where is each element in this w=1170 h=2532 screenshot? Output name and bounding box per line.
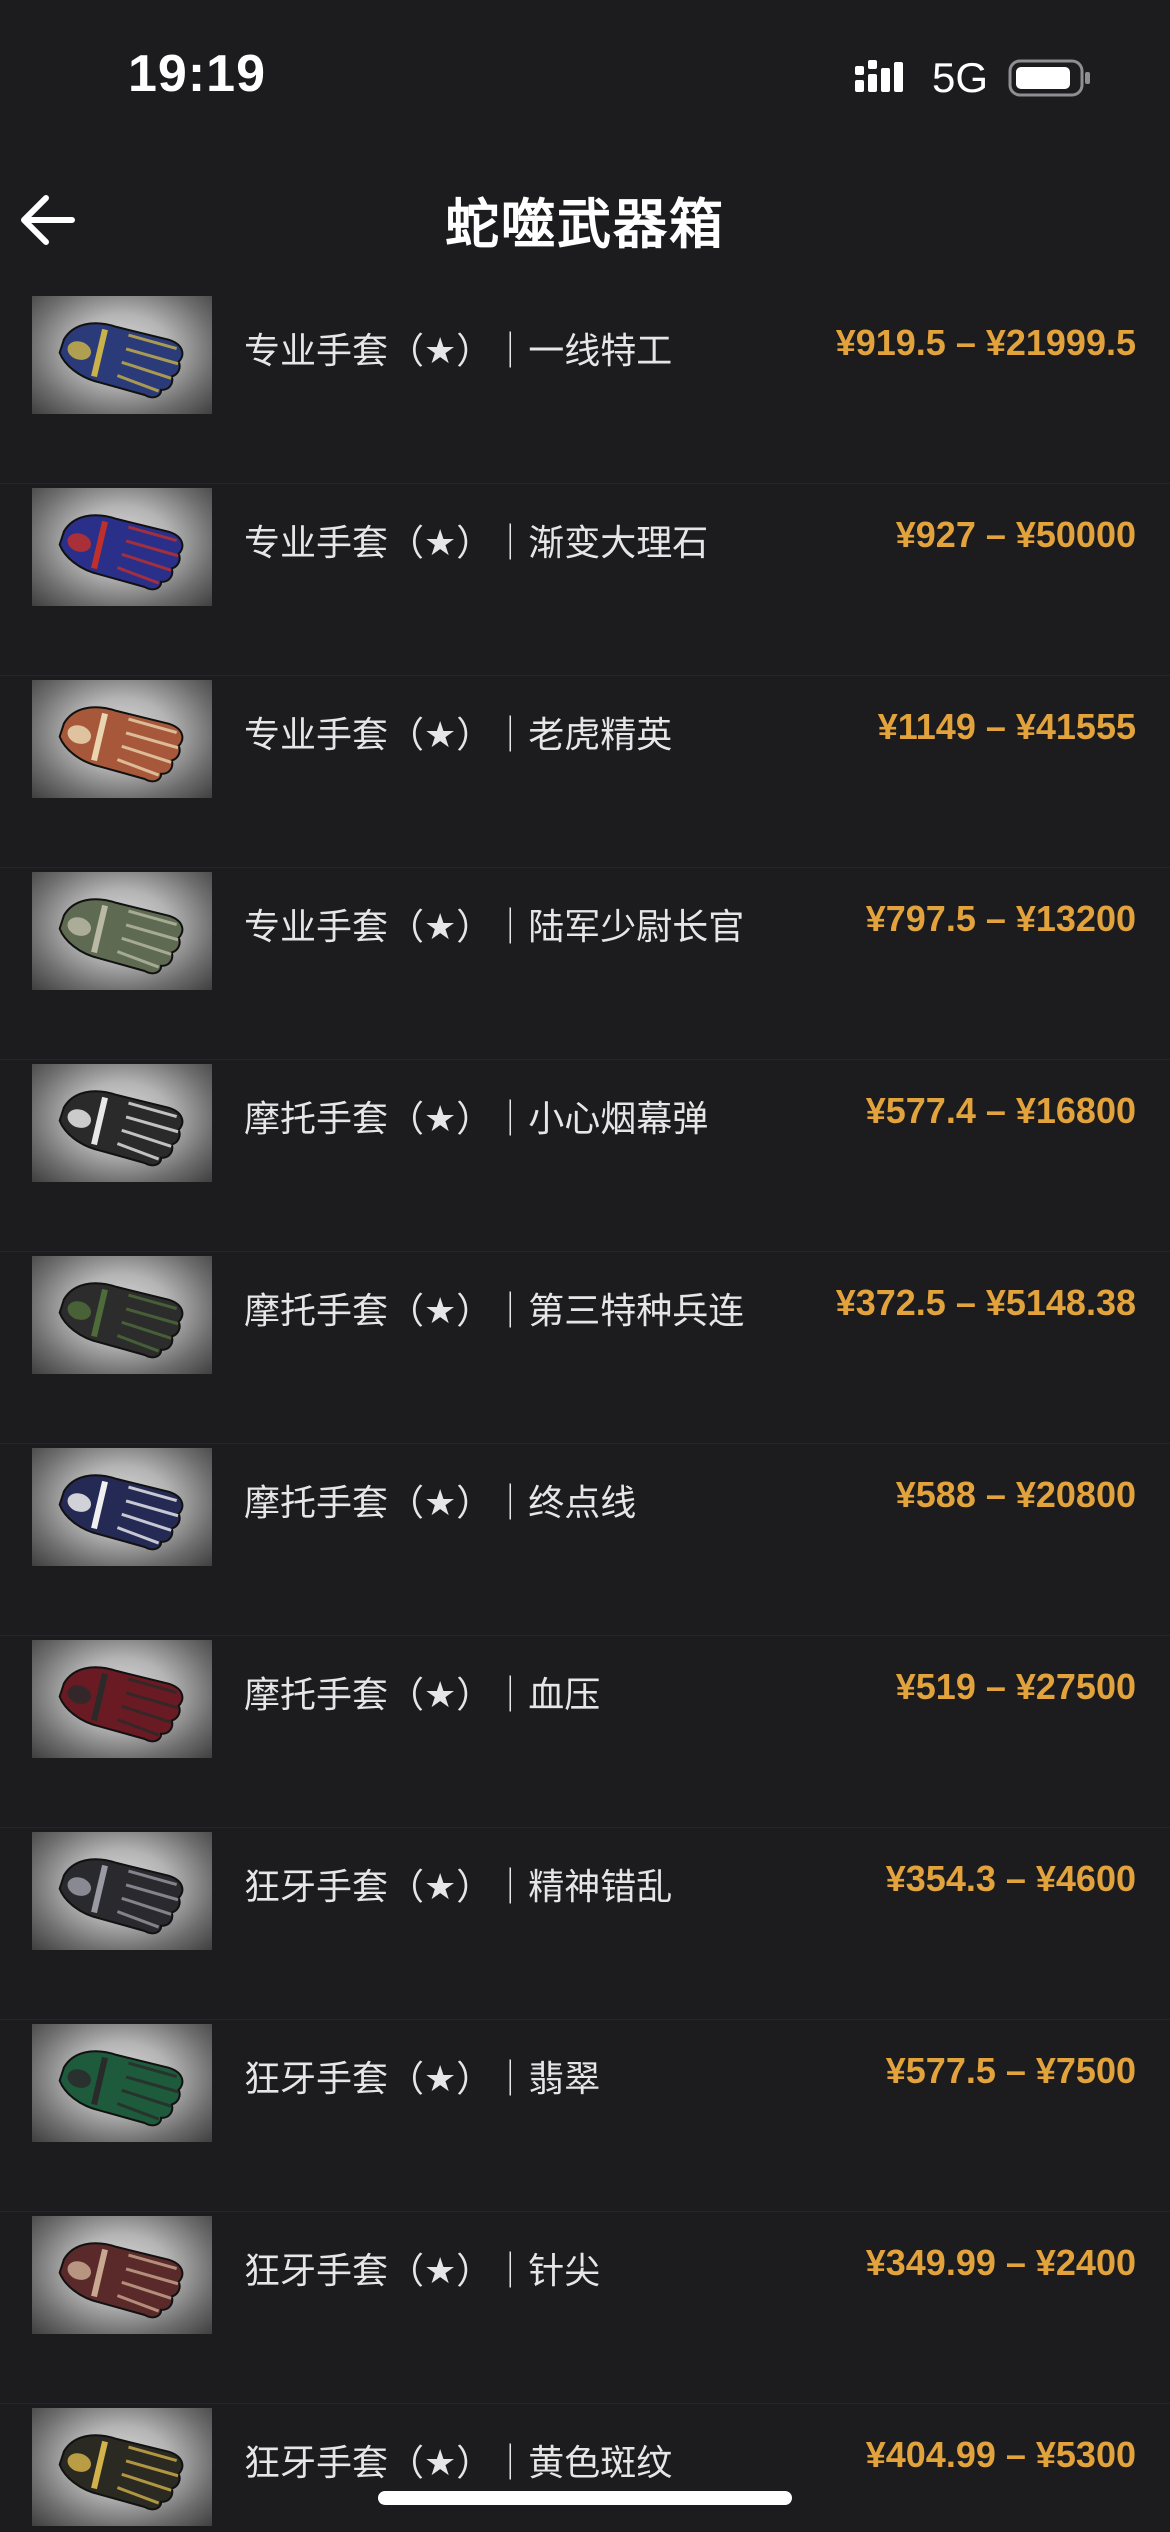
list-item[interactable]: 专业手套（★）｜陆军少尉长官 ¥797.5 – ¥13200 <box>0 868 1170 1060</box>
price-range: ¥349.99 – ¥2400 <box>865 2242 1136 2283</box>
list-item[interactable]: 狂牙手套（★）｜翡翠 ¥577.5 – ¥7500 <box>0 2020 1170 2212</box>
price-range: ¥919.5 – ¥21999.5 <box>835 322 1136 363</box>
glove-icon <box>58 1474 184 1551</box>
home-indicator[interactable] <box>378 2491 792 2505</box>
price-range: ¥797.5 – ¥13200 <box>865 898 1136 939</box>
price-range: ¥1149 – ¥41555 <box>877 706 1136 747</box>
item-name: 专业手套（★）｜渐变大理石 <box>244 523 709 564</box>
price-range: ¥404.99 – ¥5300 <box>865 2434 1136 2475</box>
glove-icon <box>58 898 184 975</box>
status-bar: 19:19 5G <box>0 0 1170 150</box>
glove-icon <box>58 1666 184 1743</box>
price-range: ¥372.5 – ¥5148.38 <box>835 1282 1136 1323</box>
item-name: 摩托手套（★）｜第三特种兵连 <box>244 1291 745 1332</box>
battery-icon <box>1008 59 1090 97</box>
list-item[interactable]: 狂牙手套（★）｜针尖 ¥349.99 – ¥2400 <box>0 2212 1170 2404</box>
glove-thumbnail <box>32 2408 212 2526</box>
item-name: 狂牙手套（★）｜针尖 <box>244 2251 601 2292</box>
list-item[interactable]: 狂牙手套（★）｜精神错乱 ¥354.3 – ¥4600 <box>0 1828 1170 2020</box>
glove-icon <box>58 2050 184 2127</box>
glove-thumbnail <box>32 296 212 414</box>
item-name: 专业手套（★）｜老虎精英 <box>244 715 673 756</box>
list-item[interactable]: 摩托手套（★）｜血压 ¥519 – ¥27500 <box>0 1636 1170 1828</box>
item-name: 摩托手套（★）｜小心烟幕弹 <box>244 1099 709 1140</box>
navigation-bar: 蛇噬武器箱 <box>0 160 1170 290</box>
glove-thumbnail <box>32 680 212 798</box>
list-item[interactable]: 摩托手套（★）｜终点线 ¥588 – ¥20800 <box>0 1444 1170 1636</box>
price-range: ¥577.4 – ¥16800 <box>865 1090 1136 1131</box>
item-name: 专业手套（★）｜一线特工 <box>244 331 673 372</box>
item-name: 狂牙手套（★）｜翡翠 <box>244 2059 601 2100</box>
item-name: 摩托手套（★）｜终点线 <box>244 1483 637 1524</box>
price-range: ¥354.3 – ¥4600 <box>885 1858 1136 1899</box>
item-name: 狂牙手套（★）｜黄色斑纹 <box>244 2443 673 2484</box>
page-title: 蛇噬武器箱 <box>445 193 725 256</box>
glove-icon <box>58 1282 184 1359</box>
price-range: ¥927 – ¥50000 <box>895 514 1136 555</box>
status-time: 19:19 <box>128 45 266 103</box>
glove-thumbnail <box>32 1064 212 1182</box>
item-name: 摩托手套（★）｜血压 <box>244 1675 601 1716</box>
price-range: ¥577.5 – ¥7500 <box>885 2050 1136 2091</box>
list-item[interactable]: 摩托手套（★）｜小心烟幕弹 ¥577.4 – ¥16800 <box>0 1060 1170 1252</box>
glove-thumbnail <box>32 872 212 990</box>
glove-thumbnail <box>32 1832 212 1950</box>
glove-thumbnail <box>32 2216 212 2334</box>
glove-thumbnail <box>32 1448 212 1566</box>
item-name: 狂牙手套（★）｜精神错乱 <box>244 1867 673 1908</box>
list-item[interactable]: 专业手套（★）｜一线特工 ¥919.5 – ¥21999.5 <box>0 292 1170 484</box>
signal-bars-icon <box>855 60 903 92</box>
network-type: 5G <box>932 54 989 101</box>
glove-icon <box>58 1090 184 1167</box>
price-range: ¥588 – ¥20800 <box>895 1474 1136 1515</box>
glove-thumbnail <box>32 2024 212 2142</box>
list-item[interactable]: 摩托手套（★）｜第三特种兵连 ¥372.5 – ¥5148.38 <box>0 1252 1170 1444</box>
glove-thumbnail <box>32 1640 212 1758</box>
glove-thumbnail <box>32 1256 212 1374</box>
list-item[interactable]: 专业手套（★）｜老虎精英 ¥1149 – ¥41555 <box>0 676 1170 868</box>
item-name: 专业手套（★）｜陆军少尉长官 <box>244 907 745 948</box>
price-range: ¥519 – ¥27500 <box>895 1666 1136 1707</box>
list-item[interactable]: 专业手套（★）｜渐变大理石 ¥927 – ¥50000 <box>0 484 1170 676</box>
list-item[interactable]: 狂牙手套（★）｜黄色斑纹 ¥404.99 – ¥5300 <box>0 2404 1170 2532</box>
item-list: 专业手套（★）｜一线特工 ¥919.5 – ¥21999.5 专业手套（★）｜渐变大… <box>0 292 1170 2532</box>
glove-icon <box>58 706 184 783</box>
glove-icon <box>58 2242 184 2319</box>
glove-icon <box>58 1858 184 1935</box>
glove-icon <box>58 322 184 399</box>
glove-thumbnail <box>32 488 212 606</box>
glove-icon <box>58 2434 184 2511</box>
glove-icon <box>58 514 184 591</box>
